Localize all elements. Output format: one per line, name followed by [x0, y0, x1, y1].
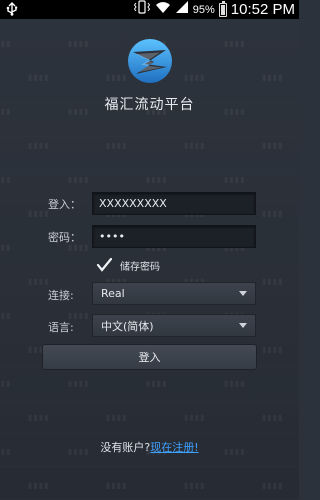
login-field[interactable]: XXXXXXXXX — [92, 192, 256, 215]
status-bar: 95% 10:52 PM — [0, 0, 299, 19]
login-screen: ▮▮ ▮▮ ▮▮ ▮▮ ▮▮ ▮▮ ▮▮ ▮▮ ▮▮ ▮▮ ▮▮ ▮▮ ▮▮ ▮▮ ▮▮▮▮ ▮▮▮▮ ▮▮▮▮… — [0, 19, 299, 500]
background-watermark: ▮▮▮▮ — [106, 73, 128, 82]
language-value: 中文(简体) — [101, 319, 154, 333]
background-watermark: ▮▮▮▮ — [224, 175, 246, 184]
vibrate-icon — [133, 0, 151, 19]
register-link[interactable]: 现在注册! — [150, 441, 198, 454]
background-watermark: ▮▮▮▮ — [262, 481, 284, 490]
background-watermark: ▮▮▮▮ — [28, 481, 50, 490]
background-watermark: ▮▮▮▮ — [28, 209, 50, 218]
background-watermark: ▮▮▮▮ — [262, 277, 284, 286]
background-watermark: ▮▮▮▮ — [28, 277, 50, 286]
background-watermark: ▮▮▮▮ — [146, 175, 168, 184]
battery-icon — [218, 0, 227, 17]
background-watermark: ▮▮▮▮ — [106, 481, 128, 490]
background-watermark: ▮▮▮▮ — [262, 73, 284, 82]
clock: 10:52 PM — [230, 1, 295, 18]
login-button[interactable]: 登入 — [42, 344, 257, 370]
language-select[interactable]: 中文(简体) — [92, 314, 256, 337]
background-watermark: ▮▮▮▮ — [262, 141, 284, 150]
background-watermark: ▮▮▮▮ — [0, 39, 12, 48]
password-label: 密码： — [48, 231, 81, 244]
background-watermark: ▮▮▮▮ — [262, 413, 284, 422]
background-watermark: ▮▮▮▮ — [224, 379, 246, 388]
background-watermark: ▮▮▮▮ — [262, 345, 284, 354]
connection-value: Real — [101, 287, 125, 300]
app-title: 福汇流动平台 — [104, 97, 195, 113]
chevron-down-icon — [239, 323, 247, 328]
register-prompt: 没有账户? — [100, 441, 151, 454]
background-watermark: ▮▮▮▮ — [146, 379, 168, 388]
fxcm-logo-icon — [126, 37, 174, 85]
chevron-down-icon — [239, 291, 247, 296]
background-watermark: ▮▮▮▮ — [28, 413, 50, 422]
background-watermark: ▮▮▮▮ — [184, 141, 206, 150]
login-label: 登入： — [48, 198, 81, 211]
signal-icon — [175, 0, 189, 19]
background-watermark: ▮▮▮▮ — [106, 413, 128, 422]
password-field[interactable]: •••• — [92, 225, 256, 248]
background-watermark: ▮▮▮▮ — [224, 39, 246, 48]
background-watermark: ▮▮▮▮ — [68, 175, 90, 184]
background-watermark: ▮▮▮▮ — [68, 379, 90, 388]
background-watermark: ▮▮▮▮ — [0, 243, 12, 252]
connection-label: 连接: — [48, 289, 74, 302]
language-label: 语言: — [48, 321, 74, 334]
background-watermark: ▮▮▮▮ — [28, 73, 50, 82]
background-watermark: ▮▮▮▮ — [0, 175, 12, 184]
remember-password-row[interactable]: 储存密码 — [96, 256, 160, 274]
wifi-icon — [155, 0, 171, 19]
background-watermark: ▮▮▮▮ — [184, 73, 206, 82]
background-watermark: ▮▮▮▮ — [0, 311, 12, 320]
remember-password-label: 储存密码 — [120, 261, 160, 273]
background-watermark: ▮▮▮▮ — [106, 141, 128, 150]
background-watermark: ▮▮▮▮ — [0, 379, 12, 388]
background-watermark: ▮▮▮▮ — [184, 481, 206, 490]
checkmark-icon[interactable] — [96, 257, 113, 273]
register-row: 没有账户?现在注册! — [0, 439, 299, 455]
connection-select[interactable]: Real — [92, 282, 256, 305]
battery-percent: 95% — [192, 3, 215, 16]
background-watermark: ▮▮▮▮ — [262, 209, 284, 218]
background-watermark: ▮▮▮▮ — [184, 413, 206, 422]
background-watermark: ▮▮▮▮ — [28, 141, 50, 150]
background-watermark: ▮▮▮▮ — [68, 39, 90, 48]
